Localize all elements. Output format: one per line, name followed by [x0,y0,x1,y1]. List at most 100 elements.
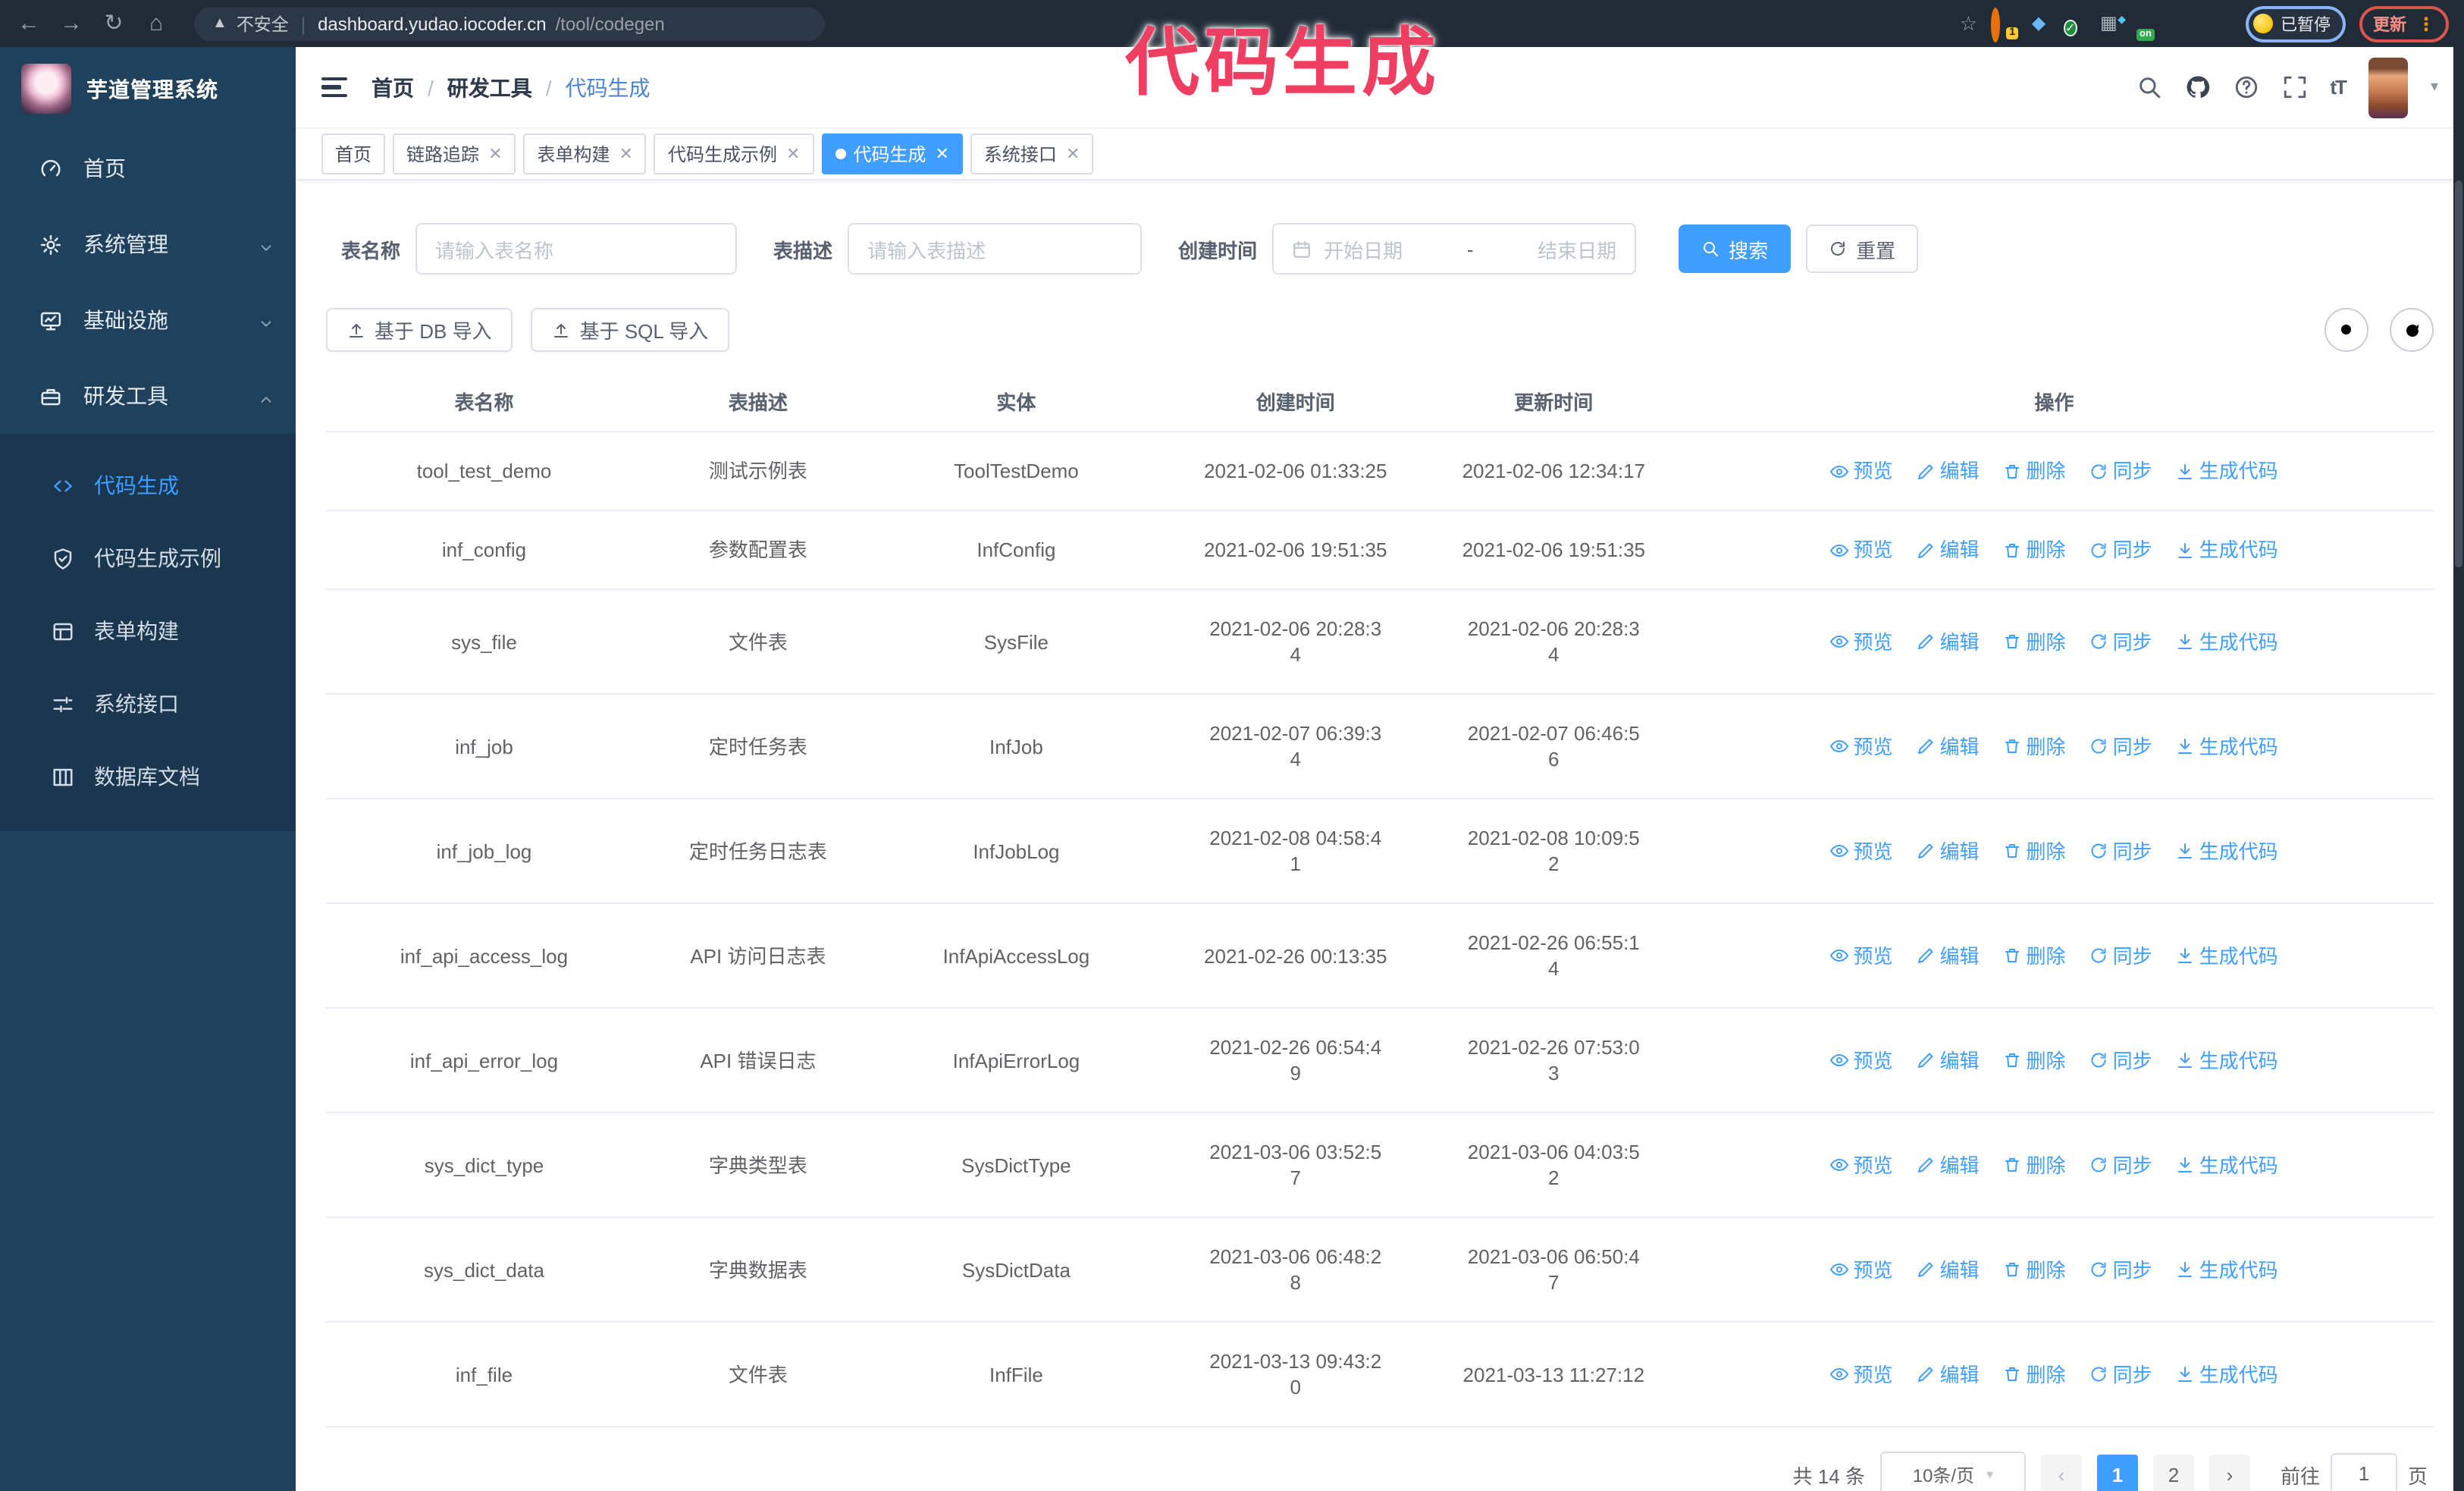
search-button[interactable]: 搜索 [1679,224,1792,273]
edit-action[interactable]: 编辑 [1917,1361,1980,1387]
browser-reload-icon[interactable]: ↻ [100,12,127,35]
delete-action[interactable]: 删除 [2004,1361,2066,1387]
preview-action[interactable]: 预览 [1830,943,1893,968]
preview-action[interactable]: 预览 [1830,458,1893,484]
browser-menu-icon[interactable]: ⋮ [2417,13,2435,34]
sync-action[interactable]: 同步 [2090,1047,2152,1073]
help-icon[interactable] [2233,74,2259,100]
browser-back-icon[interactable]: ← [15,12,42,35]
scrollbar-thumb[interactable] [2455,180,2462,567]
sidebar-item-devtools[interactable]: 研发工具 [0,358,296,434]
sync-action[interactable]: 同步 [2090,943,2152,968]
import-sql-button[interactable]: 基于 SQL 导入 [531,308,730,352]
preview-action[interactable]: 预览 [1830,838,1893,864]
browser-update-button[interactable]: 更新 ⋮ [2359,5,2449,42]
sidebar-item-system[interactable]: 系统管理 [0,206,296,282]
extension-orange-icon[interactable]: 1 [1991,8,2018,42]
refresh-table-button[interactable] [2390,308,2434,352]
tag-home[interactable]: 首页 [321,133,386,174]
generate-code-action[interactable]: 生成代码 [2177,838,2278,864]
close-icon[interactable]: ✕ [1066,144,1080,164]
tag-system-api[interactable]: 系统接口 ✕ [970,133,1094,174]
prev-page-button[interactable]: ‹ [2040,1454,2082,1491]
sync-action[interactable]: 同步 [2090,1257,2152,1282]
date-range-input[interactable]: 开始日期 - 结束日期 [1272,223,1637,275]
reset-button[interactable]: 重置 [1806,224,1919,273]
sidebar-item-system-api[interactable]: 系统接口 [0,667,296,740]
close-icon[interactable]: ✕ [935,144,948,164]
delete-action[interactable]: 删除 [2004,629,2066,654]
sidebar-item-home[interactable]: 首页 [0,130,296,206]
sidebar-item-db-doc[interactable]: 数据库文档 [0,740,296,813]
preview-action[interactable]: 预览 [1830,537,1893,563]
sidebar-item-codegen-demo[interactable]: 代码生成示例 [0,522,296,595]
delete-action[interactable]: 删除 [2004,943,2066,968]
generate-code-action[interactable]: 生成代码 [2177,943,2278,968]
tag-codegen[interactable]: 代码生成 ✕ [821,133,963,174]
generate-code-action[interactable]: 生成代码 [2177,1257,2278,1282]
delete-action[interactable]: 删除 [2004,1257,2066,1282]
generate-code-action[interactable]: 生成代码 [2177,1152,2278,1178]
edit-action[interactable]: 编辑 [1917,537,1980,563]
preview-action[interactable]: 预览 [1830,1257,1893,1282]
extension-tabs-icon[interactable]: on [2136,12,2159,41]
table-name-input[interactable]: 请输入表名称 [415,223,738,275]
logo[interactable]: 芋道管理系统 [0,47,296,127]
bookmark-star-icon[interactable]: ☆ [1960,11,1977,36]
generate-code-action[interactable]: 生成代码 [2177,458,2278,484]
delete-action[interactable]: 删除 [2004,1047,2066,1073]
breadcrumb-devtools[interactable]: 研发工具 [447,72,532,102]
close-icon[interactable]: ✕ [786,144,800,164]
edit-action[interactable]: 编辑 [1917,629,1980,654]
user-avatar[interactable] [2368,57,2408,118]
close-icon[interactable]: ✕ [488,144,502,164]
edit-action[interactable]: 编辑 [1917,1047,1980,1073]
edit-action[interactable]: 编辑 [1917,943,1980,968]
extension-green-check-icon[interactable]: ✓ [2064,12,2086,36]
delete-action[interactable]: 删除 [2004,458,2066,484]
delete-action[interactable]: 删除 [2004,1152,2066,1178]
table-desc-input[interactable]: 请输入表描述 [848,223,1143,275]
sync-action[interactable]: 同步 [2090,838,2152,864]
edit-action[interactable]: 编辑 [1917,1257,1980,1282]
sync-action[interactable]: 同步 [2090,537,2152,563]
font-size-icon[interactable]: tT [2330,76,2347,99]
extension-puzzle-icon[interactable] [2209,12,2232,35]
sidebar-item-infra[interactable]: 基础设施 [0,282,296,358]
sync-action[interactable]: 同步 [2090,733,2152,759]
address-bar[interactable]: ▲ 不安全 | dashboard.yudao.iocoder.cn/tool/… [194,7,825,40]
fullscreen-icon[interactable] [2281,74,2307,100]
generate-code-action[interactable]: 生成代码 [2177,1047,2278,1073]
edit-action[interactable]: 编辑 [1917,733,1980,759]
extension-gem-icon[interactable]: ◆ [2027,12,2050,35]
browser-forward-icon[interactable]: → [58,12,85,35]
sync-action[interactable]: 同步 [2090,1152,2152,1178]
close-icon[interactable]: ✕ [619,144,633,164]
import-db-button[interactable]: 基于 DB 导入 [326,308,513,352]
hamburger-icon[interactable] [321,77,347,98]
generate-code-action[interactable]: 生成代码 [2177,629,2278,654]
delete-action[interactable]: 删除 [2004,838,2066,864]
sync-action[interactable]: 同步 [2090,629,2152,654]
delete-action[interactable]: 删除 [2004,537,2066,563]
next-page-button[interactable]: › [2209,1454,2250,1491]
tag-codegen-demo[interactable]: 代码生成示例 ✕ [654,133,814,174]
page-1-button[interactable]: 1 [2096,1454,2138,1491]
preview-action[interactable]: 预览 [1830,1152,1893,1178]
github-icon[interactable] [2184,74,2210,100]
preview-action[interactable]: 预览 [1830,629,1893,654]
generate-code-action[interactable]: 生成代码 [2177,537,2278,563]
preview-action[interactable]: 预览 [1830,1047,1893,1073]
edit-action[interactable]: 编辑 [1917,838,1980,864]
delete-action[interactable]: 删除 [2004,733,2066,759]
page-size-select[interactable]: 10条/页 ▾ [1879,1452,2026,1491]
sync-action[interactable]: 同步 [2090,458,2152,484]
generate-code-action[interactable]: 生成代码 [2177,733,2278,759]
sync-action[interactable]: 同步 [2090,1361,2152,1387]
edit-action[interactable]: 编辑 [1917,458,1980,484]
goto-page-input[interactable]: 1 [2330,1453,2397,1491]
preview-action[interactable]: 预览 [1830,1361,1893,1387]
edit-action[interactable]: 编辑 [1917,1152,1980,1178]
generate-code-action[interactable]: 生成代码 [2177,1361,2278,1387]
page-2-button[interactable]: 2 [2152,1454,2194,1491]
